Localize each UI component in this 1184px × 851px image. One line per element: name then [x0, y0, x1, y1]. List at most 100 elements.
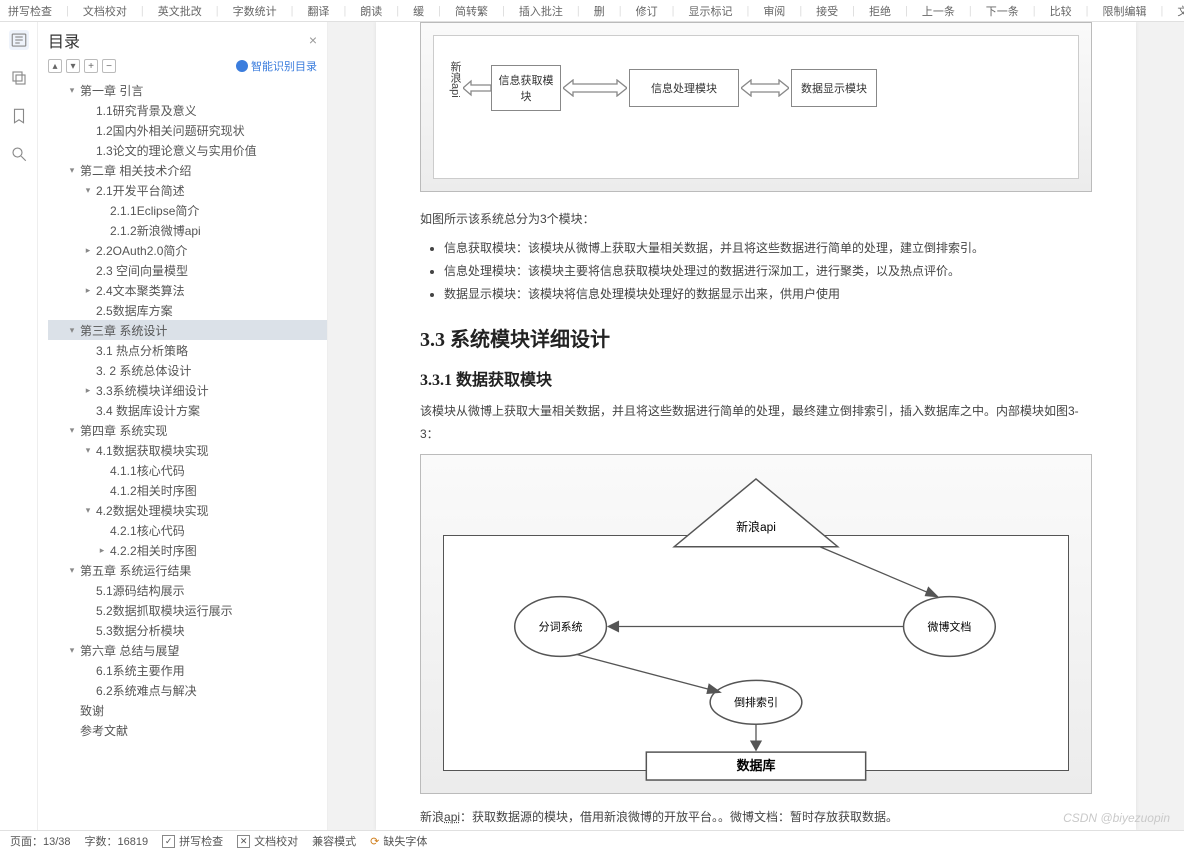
warning-icon: ⟳ [370, 835, 379, 848]
search-icon[interactable] [9, 144, 29, 164]
toc-node[interactable]: 4.1.1核心代码 [48, 460, 327, 480]
status-page[interactable]: 页面：13/38 [10, 833, 71, 849]
module-bullet-list: 信息获取模块：该模块从微博上获取大量相关数据，并且将这些数据进行简单的处理，建立… [420, 237, 1092, 305]
toc-node[interactable]: 5.3数据分析模块 [48, 620, 327, 640]
chevron-down-icon[interactable]: ▾ [82, 444, 94, 456]
toolbar-item[interactable]: 翻译 [307, 3, 329, 19]
toolbar-item[interactable]: 英文批改 [158, 3, 202, 19]
spacer-icon [96, 524, 108, 536]
fig2-node-doc: 微博文档 [927, 619, 971, 633]
toolbar-item[interactable]: 朗读 [360, 3, 382, 19]
toc-node[interactable]: 致谢 [48, 700, 327, 720]
toc-node[interactable]: 2.5数据库方案 [48, 300, 327, 320]
toolbar-item[interactable]: 文档校对 [83, 3, 127, 19]
toolbar-item[interactable]: 拒绝 [869, 3, 891, 19]
toc-node[interactable]: ▾第三章 系统设计 [48, 320, 327, 340]
toc-label: 2.4文本聚类算法 [96, 282, 185, 299]
toc-node[interactable]: ▾第四章 系统实现 [48, 420, 327, 440]
toolbar-item[interactable]: 比较 [1050, 3, 1072, 19]
chevron-right-icon[interactable]: ▸ [82, 284, 94, 296]
bookmark-icon[interactable] [9, 106, 29, 126]
toolbar-item[interactable]: 下一条 [986, 3, 1019, 19]
toolbar-item[interactable]: 文档校对 [1177, 3, 1184, 19]
toc-node[interactable]: ▾4.1数据获取模块实现 [48, 440, 327, 460]
toc-node[interactable]: 2.1.2新浪微博api [48, 220, 327, 240]
top-toolbar: 拼写检查|文档校对|英文批改|字数统计|翻译|朗读|缓|简转繁|插入批注|删|修… [0, 0, 1184, 22]
toc-node[interactable]: ▾4.2数据处理模块实现 [48, 500, 327, 520]
chevron-right-icon[interactable]: ▸ [96, 544, 108, 556]
toc-node[interactable]: 4.1.2相关时序图 [48, 480, 327, 500]
status-proof[interactable]: ✕文档校对 [237, 833, 298, 849]
close-icon[interactable]: × [309, 32, 317, 48]
chevron-right-icon[interactable]: ▸ [82, 384, 94, 396]
collapse-all-icon[interactable]: − [102, 59, 116, 73]
toolbar-item[interactable]: 拼写检查 [8, 3, 52, 19]
footnote-api-link[interactable]: api [444, 810, 460, 824]
expand-all-icon[interactable]: + [84, 59, 98, 73]
spacer-icon [66, 724, 78, 736]
status-compat[interactable]: 兼容模式 [312, 833, 356, 849]
toc-node[interactable]: 6.2系统难点与解决 [48, 680, 327, 700]
toc-node[interactable]: 3. 2 系统总体设计 [48, 360, 327, 380]
chevron-down-icon[interactable]: ▾ [82, 184, 94, 196]
smart-toc-button[interactable]: 智能识别目录 [236, 58, 317, 74]
toc-node[interactable]: ▸2.4文本聚类算法 [48, 280, 327, 300]
toolbar-item[interactable]: 字数统计 [233, 3, 277, 19]
status-spellcheck[interactable]: ✓拼写检查 [162, 833, 223, 849]
toc-node[interactable]: ▸3.3系统模块详细设计 [48, 380, 327, 400]
toc-node[interactable]: 5.1源码结构展示 [48, 580, 327, 600]
toolbar-item[interactable]: 缓 [413, 3, 424, 19]
toc-node[interactable]: ▾第五章 系统运行结果 [48, 560, 327, 580]
layers-icon[interactable] [9, 68, 29, 88]
chevron-down-icon[interactable]: ▾ [66, 164, 78, 176]
toc-node[interactable]: ▾第二章 相关技术介绍 [48, 160, 327, 180]
chevron-down-icon[interactable]: ▾ [66, 424, 78, 436]
toc-label: 参考文献 [80, 722, 128, 739]
toc-node[interactable]: 1.1研究背景及意义 [48, 100, 327, 120]
chevron-down-icon[interactable]: ▾ [66, 564, 78, 576]
toolbar-item[interactable]: 审阅 [763, 3, 785, 19]
status-missing-font[interactable]: ⟳缺失字体 [370, 833, 427, 849]
toc-node[interactable]: 1.3论文的理论意义与实用价值 [48, 140, 327, 160]
toc-node[interactable]: 4.2.1核心代码 [48, 520, 327, 540]
toolbar-item[interactable]: 简转繁 [455, 3, 488, 19]
toc-node[interactable]: 3.1 热点分析策略 [48, 340, 327, 360]
toc-node[interactable]: 1.2国内外相关问题研究现状 [48, 120, 327, 140]
toc-node[interactable]: 5.2数据抓取模块运行展示 [48, 600, 327, 620]
collapse-up-icon[interactable]: ▴ [48, 59, 62, 73]
chevron-down-icon[interactable]: ▾ [66, 644, 78, 656]
toolbar-item[interactable]: 删 [594, 3, 605, 19]
toc-node[interactable]: 2.1.1Eclipse简介 [48, 200, 327, 220]
toc-node[interactable]: ▸4.2.2相关时序图 [48, 540, 327, 560]
toolbar-item[interactable]: 显示标记 [688, 3, 732, 19]
outline-icon[interactable] [9, 30, 29, 50]
toolbar-item[interactable]: 修订 [636, 3, 658, 19]
toc-node[interactable]: ▾第六章 总结与展望 [48, 640, 327, 660]
document-viewport[interactable]: 新浪api 信息获取模块 信息处理模块 数据显示模块 如图所示该系统总分为3个模… [328, 22, 1184, 830]
toolbar-item[interactable]: 接受 [816, 3, 838, 19]
toc-node[interactable]: ▸2.2OAuth2.0简介 [48, 240, 327, 260]
heading-3-3-1: 3.3.1 数据获取模块 [420, 366, 1092, 390]
toolbar-item[interactable]: 插入批注 [519, 3, 563, 19]
toc-node[interactable]: 参考文献 [48, 720, 327, 740]
chevron-down-icon[interactable]: ▾ [82, 504, 94, 516]
toc-label: 2.1开发平台简述 [96, 182, 185, 199]
toc-node[interactable]: ▾2.1开发平台简述 [48, 180, 327, 200]
status-wordcount[interactable]: 字数：16819 [85, 833, 149, 849]
expand-down-icon[interactable]: ▾ [66, 59, 80, 73]
toc-label: 3.3系统模块详细设计 [96, 382, 209, 399]
toolbar-item[interactable]: 上一条 [922, 3, 955, 19]
toc-label: 致谢 [80, 702, 104, 719]
chevron-right-icon[interactable]: ▸ [82, 244, 94, 256]
toc-label: 2.3 空间向量模型 [96, 262, 188, 279]
toc-node[interactable]: 6.1系统主要作用 [48, 660, 327, 680]
toc-node[interactable]: ▾第一章 引言 [48, 80, 327, 100]
heading-3-3: 3.3 系统模块详细设计 [420, 323, 1092, 352]
toolbar-item[interactable]: 限制编辑 [1102, 3, 1146, 19]
toc-node[interactable]: 2.3 空间向量模型 [48, 260, 327, 280]
chevron-down-icon[interactable]: ▾ [66, 84, 78, 96]
status-bar: 页面：13/38 字数：16819 ✓拼写检查 ✕文档校对 兼容模式 ⟳缺失字体 [0, 830, 1184, 851]
toc-node[interactable]: 3.4 数据库设计方案 [48, 400, 327, 420]
figure-data-acquire: 新浪api 分词系统 微博文档 倒排索引 数据库 [420, 454, 1092, 794]
chevron-down-icon[interactable]: ▾ [66, 324, 78, 336]
